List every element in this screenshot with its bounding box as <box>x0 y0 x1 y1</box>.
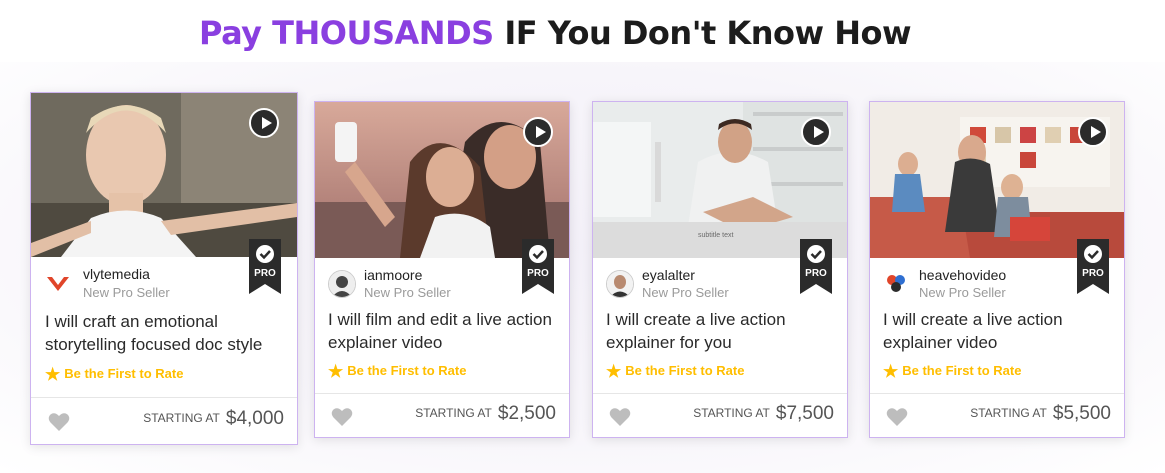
price: $4,000 <box>225 408 284 429</box>
seller-avatar[interactable] <box>328 270 356 298</box>
rating-label: ★ Be the First to Rate <box>328 362 466 382</box>
price-block[interactable]: STARTING AT $7,500 <box>693 403 834 425</box>
price-block[interactable]: STARTING AT $4,000 <box>143 408 284 430</box>
star-icon: ★ <box>45 365 61 384</box>
seller-level: New Pro Seller <box>919 285 1006 300</box>
rating-text: Be the First to Rate <box>64 366 184 381</box>
divider <box>870 393 1124 394</box>
rating-label: ★ Be the First to Rate <box>883 362 1021 382</box>
starting-at-label: STARTING AT <box>415 406 492 420</box>
gig-card[interactable]: PRO heavehovideo New Pro Seller I will c… <box>869 101 1125 438</box>
pro-badge-label: PRO <box>805 268 827 279</box>
rating-text: Be the First to Rate <box>347 363 467 378</box>
heart-icon[interactable] <box>331 407 353 427</box>
pro-badge-label: PRO <box>254 268 276 279</box>
pro-badge-label: PRO <box>1082 268 1104 279</box>
play-button[interactable] <box>523 117 553 147</box>
seller-level: New Pro Seller <box>642 285 729 300</box>
divider <box>31 397 297 398</box>
seller-name[interactable]: ianmoore <box>364 267 422 283</box>
seller-avatar[interactable] <box>45 269 71 295</box>
price: $2,500 <box>497 403 556 424</box>
seller-name[interactable]: heavehovideo <box>919 267 1006 283</box>
star-icon: ★ <box>606 362 622 381</box>
pro-badge-icon: PRO <box>800 239 832 294</box>
play-button[interactable] <box>801 117 831 147</box>
seller-name[interactable]: vlytemedia <box>83 266 150 282</box>
gig-title[interactable]: I will film and edit a live action expla… <box>328 308 560 354</box>
heart-icon[interactable] <box>609 407 631 427</box>
rating-text: Be the First to Rate <box>625 363 745 378</box>
seller-avatar[interactable] <box>606 270 634 298</box>
starting-at-label: STARTING AT <box>970 406 1047 420</box>
price-block[interactable]: STARTING AT $2,500 <box>415 403 556 425</box>
seller-name[interactable]: eyalalter <box>642 267 695 283</box>
rating-label: ★ Be the First to Rate <box>606 362 744 382</box>
svg-text:subtitle text: subtitle text <box>698 232 733 239</box>
price: $5,500 <box>1052 403 1111 424</box>
pro-badge-icon: PRO <box>522 239 554 294</box>
gig-card[interactable]: subtitle text PRO eyalalter New Pro Sell… <box>592 101 848 438</box>
headline-rest: IF You Don't Know How <box>504 14 912 52</box>
pro-badge-icon: PRO <box>1077 239 1109 294</box>
price-block[interactable]: STARTING AT $5,500 <box>970 403 1111 425</box>
seller-level: New Pro Seller <box>364 285 451 300</box>
seller-avatar[interactable] <box>883 270 909 296</box>
play-button[interactable] <box>249 108 279 138</box>
gig-card[interactable]: PRO vlytemedia New Pro Seller I will cra… <box>30 92 298 445</box>
star-icon: ★ <box>883 362 899 381</box>
rating-text: Be the First to Rate <box>902 363 1022 378</box>
gig-card[interactable]: PRO ianmoore New Pro Seller I will film … <box>314 101 570 438</box>
divider <box>315 393 569 394</box>
star-icon: ★ <box>328 362 344 381</box>
play-button[interactable] <box>1078 117 1108 147</box>
seller-level: New Pro Seller <box>83 285 170 300</box>
heart-icon[interactable] <box>48 412 70 432</box>
divider <box>593 393 847 394</box>
starting-at-label: STARTING AT <box>693 406 770 420</box>
rating-label: ★ Be the First to Rate <box>45 365 183 385</box>
heart-icon[interactable] <box>886 407 908 427</box>
headline: Pay THOUSANDS IF You Don't Know How <box>0 14 1110 52</box>
gig-title[interactable]: I will create a live action explainer vi… <box>883 308 1098 354</box>
headline-accent: Pay THOUSANDS <box>198 14 494 52</box>
gig-title[interactable]: I will craft an emotional storytelling f… <box>45 310 285 356</box>
gig-title[interactable]: I will create a live action explainer fo… <box>606 308 821 354</box>
price: $7,500 <box>775 403 834 424</box>
pro-badge-icon: PRO <box>249 239 281 294</box>
pro-badge-label: PRO <box>527 268 549 279</box>
starting-at-label: STARTING AT <box>143 411 220 425</box>
